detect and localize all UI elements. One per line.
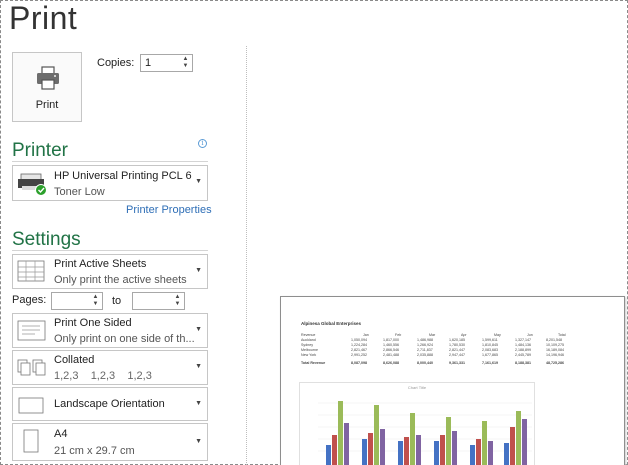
copies-label: Copies: (97, 57, 135, 69)
preview-chart-bars (318, 401, 532, 465)
collation-title: Collated (54, 354, 95, 366)
printer-properties-link[interactable]: Printer Properties (126, 204, 212, 216)
printer-name: HP Universal Printing PCL 6 (54, 170, 192, 182)
page-title: Print (9, 0, 78, 36)
chevron-down-icon: ▼ (195, 326, 202, 333)
printer-heading: Printer (12, 140, 68, 161)
pages-to-input[interactable]: ▲ ▼ (132, 292, 185, 310)
paper-icon (23, 429, 39, 453)
landscape-icon (18, 397, 44, 414)
table-row: New York 2,991,252 2,481,488 2,035,888 2,947… (301, 353, 564, 357)
print-what-subtitle: Only print the active sheets (54, 274, 187, 286)
collation-select[interactable]: Collated 1,2,3 1,2,3 1,2,3 ▼ (12, 350, 208, 385)
info-icon[interactable]: i (198, 139, 207, 148)
preview-title: Alpinesa Global Enterprises (301, 321, 362, 326)
stepper-arrows-icon[interactable]: ▲ ▼ (173, 294, 182, 308)
pages-from-input[interactable]: ▲ ▼ (51, 292, 103, 310)
orientation-select[interactable]: Landscape Orientation ▼ (12, 387, 208, 421)
to-label: to (112, 295, 122, 307)
table-total-row: Total Revenue 8,087,098 8,626,088 8,000,440… (301, 361, 564, 365)
preview-bar-group (326, 401, 527, 465)
stepper-arrows-icon[interactable]: ▲ ▼ (181, 56, 190, 70)
paper-size-title: A4 (54, 428, 68, 440)
printer-select[interactable]: HP Universal Printing PCL 6 Toner Low ▼ (12, 165, 208, 201)
printer-status: Toner Low (54, 186, 105, 198)
print-button-label: Print (35, 99, 59, 111)
chevron-down-icon: ▼ (195, 267, 202, 274)
settings-heading: Settings (12, 229, 81, 250)
preview-chart-title: Chart Title (407, 385, 427, 390)
chevron-down-icon: ▼ (195, 178, 202, 185)
settings-heading-rule (12, 250, 208, 251)
orientation-title: Landscape Orientation (54, 398, 165, 410)
one-sided-icon (17, 320, 46, 341)
print-what-title: Print Active Sheets (54, 258, 147, 270)
copies-value: 1 (145, 57, 152, 69)
chevron-down-icon: ▼ (195, 363, 202, 370)
print-button[interactable]: Print (12, 52, 82, 122)
printer-device-icon (18, 173, 47, 196)
stepper-arrows-icon[interactable]: ▲ ▼ (91, 294, 100, 308)
printer-icon (37, 66, 59, 90)
copies-stepper[interactable]: 1 ▲ ▼ (140, 54, 193, 72)
chevron-down-icon: ▼ (195, 400, 202, 407)
collation-subtitle: 1,2,3 1,2,3 1,2,3 (54, 370, 152, 382)
print-preview-page: Alpinesa Global Enterprises Revenue Jan … (280, 296, 625, 465)
sides-title: Print One Sided (54, 317, 132, 329)
preview-table: Revenue Jan Feb Mar Apr May Jun Total Au… (301, 333, 611, 366)
sides-subtitle: Only print on one side of th... (54, 333, 195, 345)
pages-label: Pages: (12, 294, 47, 306)
chevron-down-icon: ▼ (195, 438, 202, 445)
collated-icon (17, 359, 46, 376)
sheets-icon (17, 260, 45, 282)
paper-size-subtitle: 21 cm x 29.7 cm (54, 445, 135, 457)
printer-heading-rule (12, 161, 208, 162)
sides-select[interactable]: Print One Sided Only print on one side o… (12, 313, 208, 348)
paper-size-select[interactable]: A4 21 cm x 29.7 cm ▼ (12, 423, 208, 461)
preview-chart: Chart Title (299, 382, 535, 465)
print-what-select[interactable]: Print Active Sheets Only print the activ… (12, 254, 208, 289)
panel-divider (246, 46, 247, 465)
